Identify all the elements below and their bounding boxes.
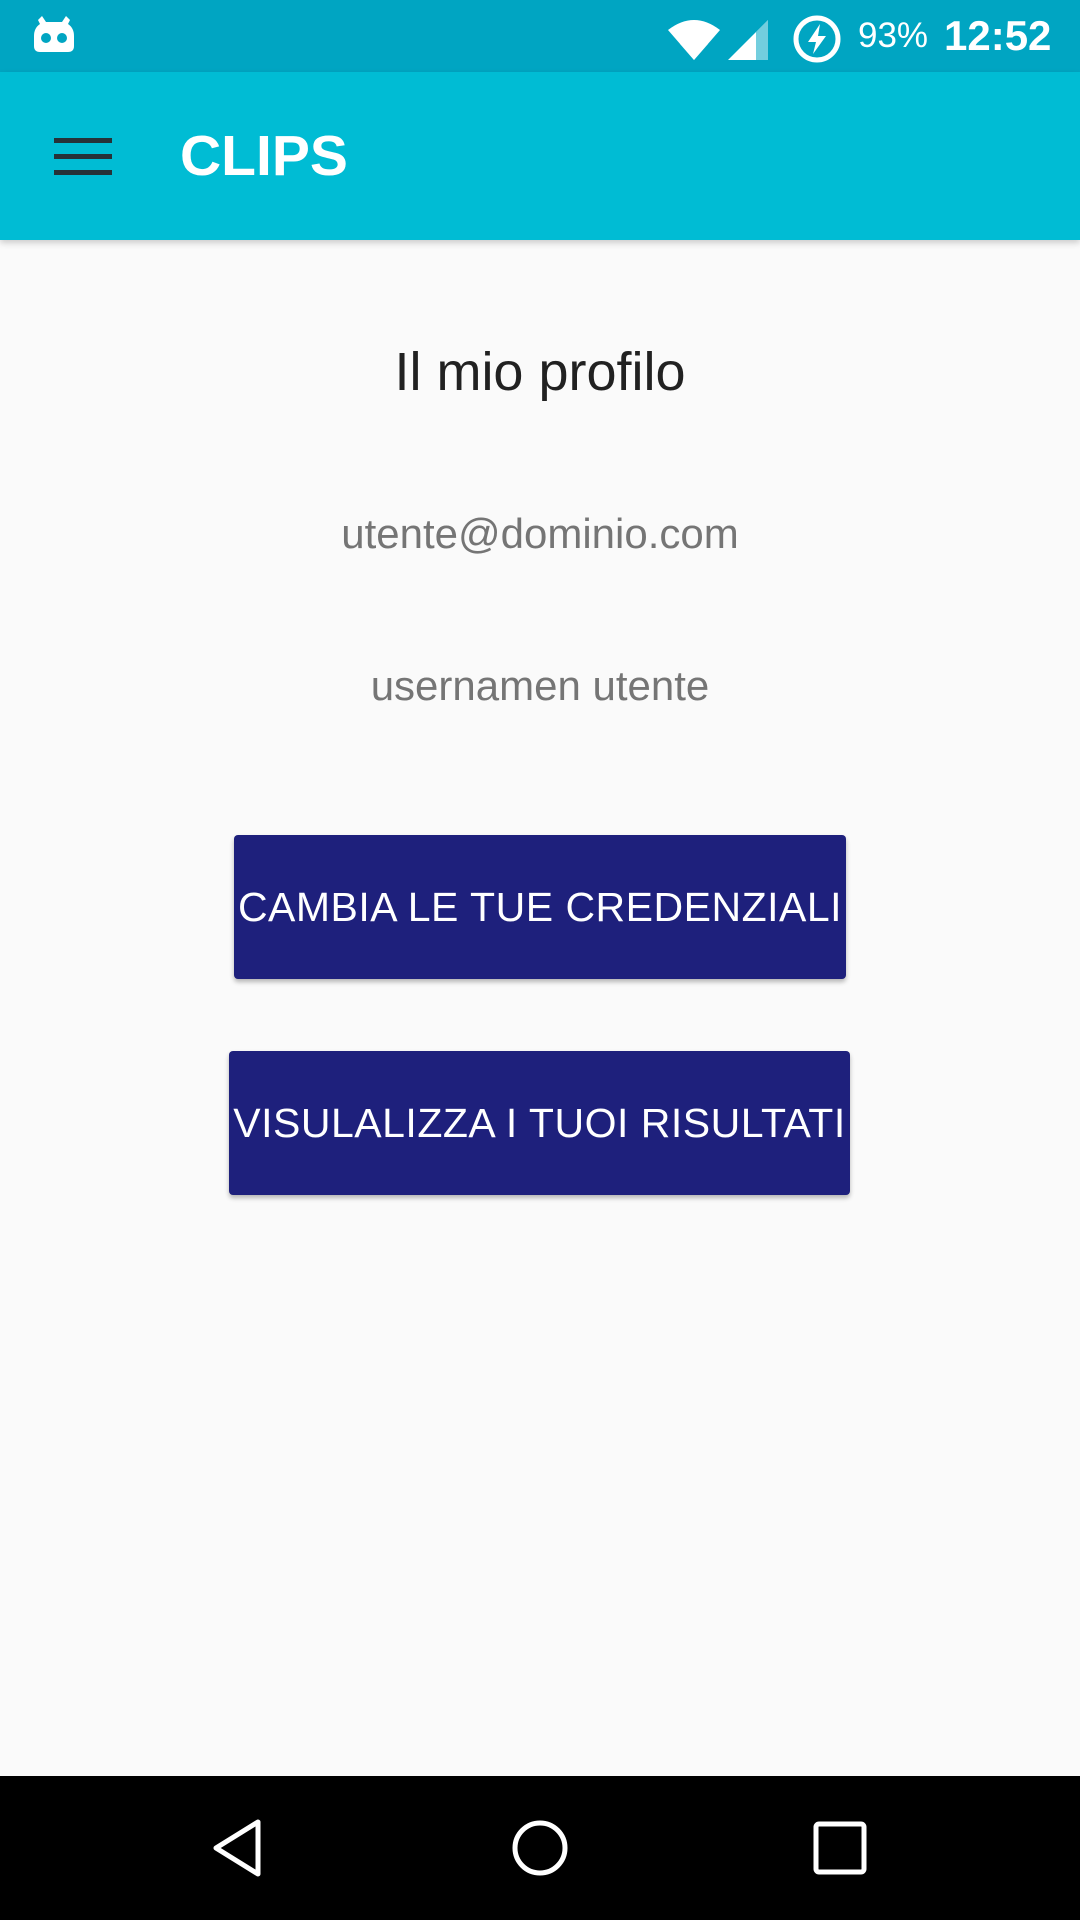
app-bar: CLIPS	[0, 72, 1080, 240]
status-bar: 93% 12:52	[0, 0, 1080, 72]
cyanogenmod-icon	[34, 16, 74, 52]
back-icon[interactable]	[208, 1816, 272, 1880]
page-title: Il mio profilo	[394, 342, 686, 402]
email-text: utente@dominio.com	[341, 510, 739, 557]
profile-content: Il mio profilo utente@dominio.com userna…	[0, 240, 1080, 1776]
app-title: CLIPS	[180, 124, 348, 188]
signal-icon	[728, 20, 768, 60]
recents-icon[interactable]	[808, 1816, 872, 1880]
change-credentials-button[interactable]: CAMBIA LE TUE CREDENZIALI	[234, 835, 846, 979]
clock: 12:52	[944, 12, 1052, 59]
battery-charging-icon	[793, 15, 841, 63]
username-text: usernamen utente	[370, 662, 710, 709]
battery-percentage: 93%	[858, 16, 929, 55]
view-results-button[interactable]: VISULALIZZA I TUOI RISULTATI	[229, 1051, 850, 1195]
wifi-icon	[668, 20, 720, 60]
home-icon[interactable]	[508, 1816, 572, 1880]
hamburger-menu-icon[interactable]	[54, 134, 112, 180]
navigation-bar	[0, 1776, 1080, 1920]
